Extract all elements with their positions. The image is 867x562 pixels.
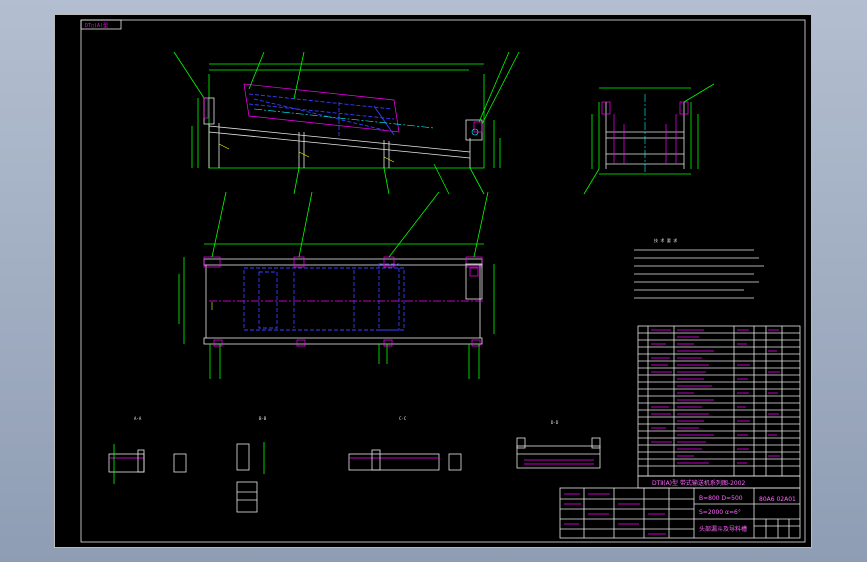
section-b-label: B-B [259, 416, 267, 421]
spec-line-1: B=800 D=500 [699, 495, 743, 502]
side-view [583, 83, 715, 195]
front-view [173, 51, 520, 195]
drawing-svg: DT□(A)型 技 术 要 求 A-A B-B C-C D-D DTⅡ(A)型 … [54, 14, 812, 548]
part-name: 头部漏斗及导料槽 [699, 525, 747, 533]
tech-notes-title: 技 术 要 求 [654, 237, 677, 243]
spec-line-2: S=2000 α=6° [699, 509, 741, 516]
section-a-label: A-A [134, 416, 142, 421]
drawing-number: 80A6 02A01 [759, 496, 796, 503]
plan-view [178, 191, 495, 379]
drawing-canvas[interactable]: DT□(A)型 技 术 要 求 A-A B-B C-C D-D DTⅡ(A)型 … [54, 14, 812, 548]
section-d-label: D-D [551, 420, 559, 425]
cad-viewport[interactable]: DT□(A)型 技 术 要 求 A-A B-B C-C D-D DTⅡ(A)型 … [0, 0, 867, 562]
outer-frame [54, 14, 812, 548]
top-left-tag: DT□(A)型 [85, 22, 108, 29]
parts-list-table [637, 325, 801, 489]
drawing-title: DTⅡ(A)型 带式输送机系列图-2002 [652, 479, 746, 487]
technical-notes: 技 术 要 求 [634, 237, 764, 299]
inner-frame [80, 19, 806, 543]
section-c-label: C-C [399, 416, 407, 421]
section-details: A-A B-B C-C D-D [108, 416, 601, 513]
